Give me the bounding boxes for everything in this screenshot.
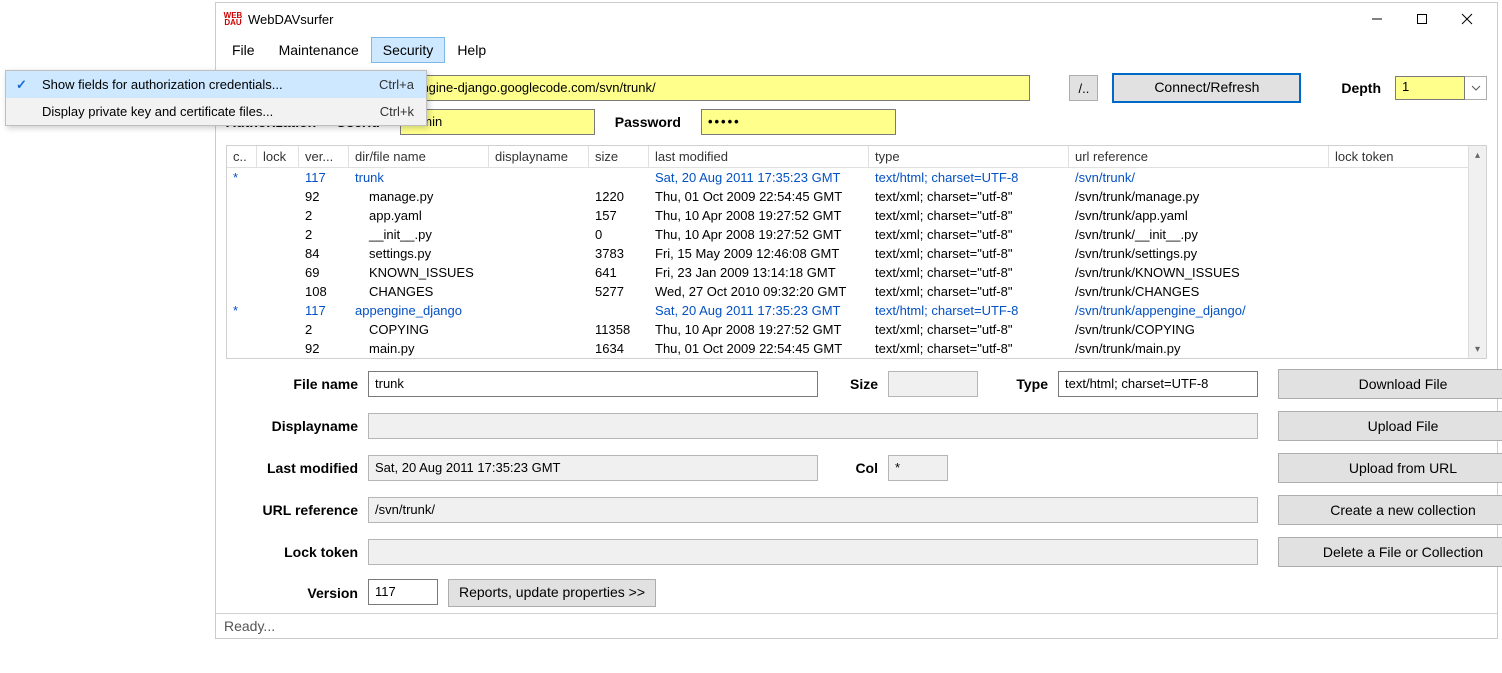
menubar: File Maintenance Security Help [216, 35, 1497, 67]
col-url[interactable]: url reference [1069, 146, 1329, 168]
security-dropdown: ✓ Show fields for authorization credenti… [5, 70, 427, 126]
menu-help[interactable]: Help [445, 37, 498, 63]
menu-item-show-auth-fields[interactable]: ✓ Show fields for authorization credenti… [6, 71, 426, 98]
table-row[interactable]: *117appengine_djangoSat, 20 Aug 2011 17:… [227, 301, 1486, 320]
file-grid[interactable]: c.. lock ver... dir/file name displaynam… [226, 145, 1487, 359]
col-c[interactable]: c.. [227, 146, 257, 168]
close-button[interactable] [1444, 5, 1489, 33]
delete-button[interactable]: Delete a File or Collection [1278, 537, 1502, 567]
parent-dir-button[interactable]: /.. [1069, 75, 1098, 101]
col-name[interactable]: dir/file name [349, 146, 489, 168]
size-label: Size [828, 376, 878, 392]
scroll-up-icon[interactable]: ▴ [1469, 146, 1486, 164]
displayname-label: Displayname [228, 418, 358, 434]
grid-scrollbar[interactable]: ▴ ▾ [1468, 146, 1486, 358]
urlref-label: URL reference [228, 502, 358, 518]
titlebar: WEBDAU WebDAVsurfer [216, 3, 1497, 35]
maximize-button[interactable] [1399, 5, 1444, 33]
table-row[interactable]: 2app.yaml157Thu, 10 Apr 2008 19:27:52 GM… [227, 206, 1486, 225]
depth-select[interactable]: 1 [1395, 76, 1487, 100]
depth-label: Depth [1341, 80, 1381, 96]
table-row[interactable]: *117trunkSat, 20 Aug 2011 17:35:23 GMTte… [227, 168, 1486, 187]
minimize-button[interactable] [1354, 5, 1399, 33]
scroll-down-icon[interactable]: ▾ [1469, 340, 1486, 358]
menu-item-display-key-files[interactable]: Display private key and certificate file… [6, 98, 426, 125]
col-type[interactable]: type [869, 146, 1069, 168]
version-label: Version [228, 585, 358, 601]
create-collection-button[interactable]: Create a new collection [1278, 495, 1502, 525]
col-disp[interactable]: displayname [489, 146, 589, 168]
displayname-value [368, 413, 1258, 439]
size-value [888, 371, 978, 397]
table-row[interactable]: 108CHANGES5277Wed, 27 Oct 2010 09:32:20 … [227, 282, 1486, 301]
col-size[interactable]: size [589, 146, 649, 168]
filename-label: File name [228, 376, 358, 392]
details-panel: File name trunk Size Type text/html; cha… [216, 359, 1497, 613]
connect-refresh-button[interactable]: Connect/Refresh [1112, 73, 1301, 103]
lastmod-label: Last modified [228, 460, 358, 476]
status-bar: Ready... [216, 613, 1497, 638]
url-input[interactable]: gle-app-engine-django.googlecode.com/svn… [360, 75, 1030, 101]
password-label: Password [615, 114, 681, 130]
col-ver[interactable]: ver... [299, 146, 349, 168]
menu-security[interactable]: Security [371, 37, 446, 63]
app-title: WebDAVsurfer [248, 12, 1354, 27]
reports-button[interactable]: Reports, update properties >> [448, 579, 656, 607]
col-label: Col [828, 460, 878, 476]
table-row[interactable]: 92main.py1634Thu, 01 Oct 2009 22:54:45 G… [227, 339, 1486, 358]
upload-file-button[interactable]: Upload File [1278, 411, 1502, 441]
lastmod-value: Sat, 20 Aug 2011 17:35:23 GMT [368, 455, 818, 481]
password-input[interactable]: ••••• [701, 109, 896, 135]
table-row[interactable]: 84settings.py3783Fri, 15 May 2009 12:46:… [227, 244, 1486, 263]
grid-header: c.. lock ver... dir/file name displaynam… [227, 146, 1486, 168]
app-logo-icon: WEBDAU [224, 10, 242, 28]
table-row[interactable]: 2__init__.py0Thu, 10 Apr 2008 19:27:52 G… [227, 225, 1486, 244]
menu-file[interactable]: File [220, 37, 267, 63]
type-value: text/html; charset=UTF-8 [1058, 371, 1258, 397]
version-input[interactable]: 117 [368, 579, 438, 605]
upload-from-url-button[interactable]: Upload from URL [1278, 453, 1502, 483]
chevron-down-icon [1465, 76, 1487, 100]
userid-input[interactable]: admin [400, 109, 595, 135]
col-value: * [888, 455, 948, 481]
check-icon: ✓ [16, 77, 27, 93]
app-window: WEBDAU WebDAVsurfer File Maintenance Sec… [215, 2, 1498, 639]
menu-maintenance[interactable]: Maintenance [267, 37, 371, 63]
col-lock[interactable]: lock [257, 146, 299, 168]
table-row[interactable]: 69KNOWN_ISSUES641Fri, 23 Jan 2009 13:14:… [227, 263, 1486, 282]
urlref-value: /svn/trunk/ [368, 497, 1258, 523]
table-row[interactable]: 92manage.py1220Thu, 01 Oct 2009 22:54:45… [227, 187, 1486, 206]
locktoken-value [368, 539, 1258, 565]
col-mod[interactable]: last modified [649, 146, 869, 168]
locktoken-label: Lock token [228, 544, 358, 560]
filename-input[interactable]: trunk [368, 371, 818, 397]
download-file-button[interactable]: Download File [1278, 369, 1502, 399]
table-row[interactable]: 2COPYING11358Thu, 10 Apr 2008 19:27:52 G… [227, 320, 1486, 339]
type-label: Type [988, 376, 1048, 392]
col-tok[interactable]: lock token [1329, 146, 1486, 168]
